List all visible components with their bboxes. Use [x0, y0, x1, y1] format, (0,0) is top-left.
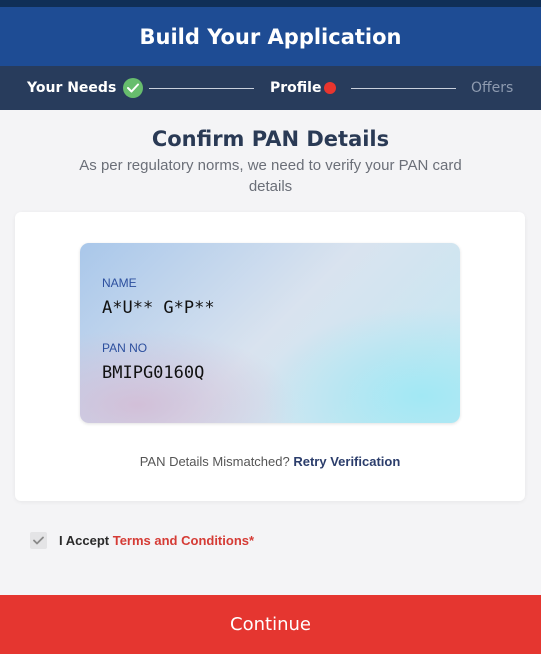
- step-label-profile: Profile: [270, 80, 322, 96]
- terms-link[interactable]: Terms and Conditions*: [113, 533, 254, 548]
- accept-prefix: I Accept: [59, 533, 110, 548]
- step-label-your-needs: Your Needs: [27, 80, 117, 96]
- page-subtitle: As per regulatory norms, we need to veri…: [79, 157, 462, 195]
- page-header-title: Build Your Application: [139, 24, 402, 49]
- mismatch-text: PAN Details Mismatched?: [139, 454, 290, 469]
- terms-consent: I Accept Terms and Conditions*: [30, 532, 254, 549]
- step-profile: Profile: [270, 66, 337, 110]
- step-connector: [351, 88, 456, 89]
- continue-button[interactable]: Continue: [0, 595, 541, 654]
- retry-verification-link[interactable]: Retry Verification: [293, 454, 400, 469]
- pan-name-label: NAME: [102, 276, 137, 290]
- terms-checkbox[interactable]: [30, 532, 47, 549]
- status-dot-icon: [324, 82, 337, 94]
- step-offers: Offers: [471, 66, 513, 110]
- page-title: Confirm PAN Details: [151, 127, 390, 151]
- step-label-offers: Offers: [471, 80, 514, 96]
- consent-label: I Accept Terms and Conditions*: [59, 533, 254, 548]
- checkbox-check-icon: [33, 536, 44, 545]
- check-icon: [123, 78, 144, 98]
- app-header: Build Your Application: [0, 7, 541, 66]
- pan-number-label: PAN NO: [102, 341, 148, 355]
- pan-name-value: A*U** G*P**: [102, 298, 215, 318]
- top-strip: [0, 0, 541, 7]
- pan-details-card: NAME A*U** G*P** PAN NO BMIPG0160Q PAN D…: [15, 212, 525, 501]
- step-your-needs: Your Needs: [27, 66, 144, 110]
- step-connector: [149, 88, 254, 89]
- pan-card-preview: NAME A*U** G*P** PAN NO BMIPG0160Q: [80, 243, 460, 423]
- pan-number-value: BMIPG0160Q: [102, 363, 205, 383]
- progress-stepper: Your Needs Profile Offers: [0, 66, 541, 110]
- verification-status: PAN Details Mismatched? Retry Verificati…: [15, 454, 525, 469]
